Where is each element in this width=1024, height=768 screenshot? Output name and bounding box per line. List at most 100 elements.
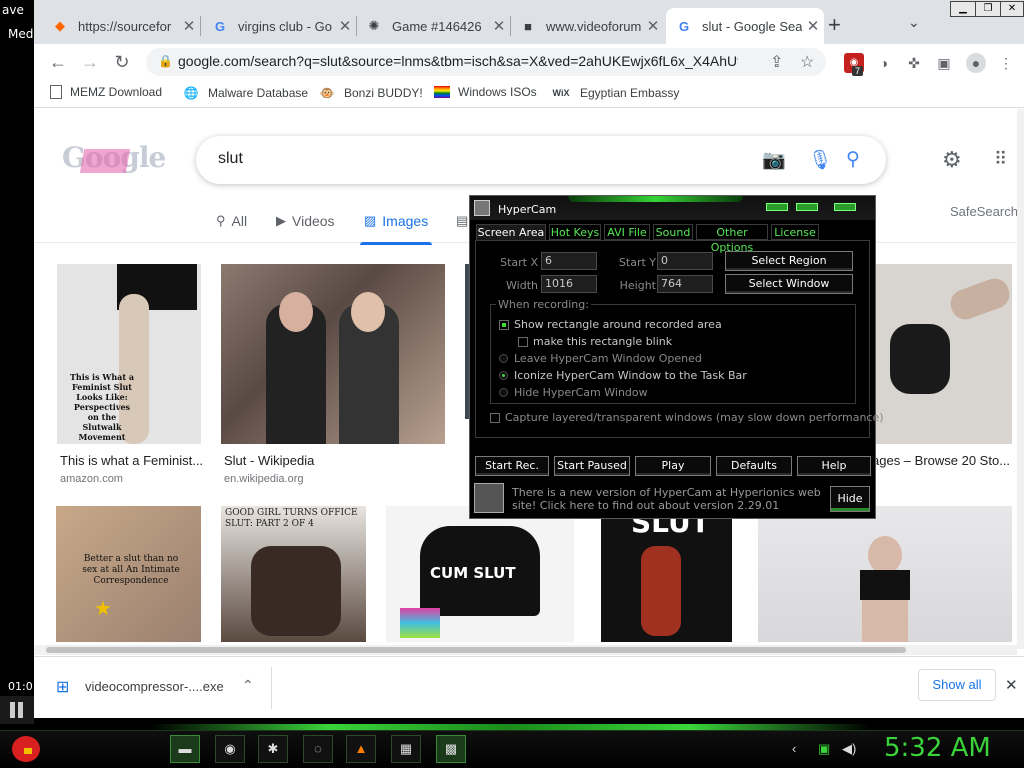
minimize-icon[interactable] (766, 203, 788, 211)
microphone-icon[interactable]: 🎙 (808, 148, 832, 172)
apps-grid-icon[interactable]: ⠿ (994, 149, 1007, 170)
width-field[interactable]: 1016 (541, 275, 597, 293)
file-explorer-icon[interactable]: ▬ (170, 735, 200, 763)
result-image[interactable]: SLUT (601, 506, 732, 642)
download-item[interactable]: videocompressor-....exe (85, 679, 224, 694)
result-image[interactable]: CUM SLUT (386, 506, 574, 642)
close-icon[interactable]: ✕ (334, 17, 356, 35)
close-icon[interactable]: ✕ (488, 17, 510, 35)
result-image[interactable]: This is What a Feminist Slut Looks Like:… (57, 264, 201, 444)
result-image[interactable] (221, 264, 445, 444)
close-icon[interactable]: ✕ (642, 17, 664, 35)
hypercam-titlebar[interactable]: HyperCam (470, 196, 875, 220)
network-icon[interactable]: ▣ (818, 741, 830, 757)
height-field[interactable]: 764 (657, 275, 713, 293)
share-icon[interactable]: ⇪ (770, 52, 783, 72)
pause-icon[interactable] (10, 702, 15, 718)
scrollbar-thumb[interactable] (46, 647, 906, 653)
tab-screen-area[interactable]: Screen Area (476, 224, 546, 240)
start-y-field[interactable]: 0 (657, 252, 713, 270)
star-icon[interactable]: ☆ (800, 52, 814, 72)
leave-window-radio[interactable]: Leave HyperCam Window Opened (499, 352, 702, 365)
close-window-icon[interactable]: ✕ (1000, 1, 1024, 17)
result-caption[interactable]: Slut - Wikipedia en.wikipedia.org (224, 453, 314, 485)
forward-icon[interactable]: → (78, 50, 102, 74)
tab-game[interactable]: ✺ Game #146426 ✕ (356, 8, 511, 44)
hide-window-radio[interactable]: Hide HyperCam Window (499, 386, 648, 399)
result-image[interactable]: Better a slut than no sex at all An Inti… (56, 506, 201, 642)
play-button[interactable]: Play (635, 456, 711, 476)
safesearch-link[interactable]: SafeSearch (950, 204, 1018, 219)
result-image[interactable]: GOOD GIRL TURNS OFFICE SLUT: PART 2 OF 4 (221, 506, 366, 642)
tab-images[interactable]: ▨ Images (359, 213, 433, 245)
sidepanel-icon[interactable]: ▣ (934, 53, 954, 73)
close-icon[interactable]: ✕ (802, 17, 824, 35)
vertical-scrollbar[interactable] (1017, 109, 1024, 649)
back-icon[interactable]: ← (46, 50, 70, 74)
bookmark-windows-isos[interactable]: Windows ISOs (434, 85, 537, 99)
bookmark-bonzi-buddy[interactable]: 🐵 Bonzi BUDDY! (318, 85, 423, 101)
gear-icon[interactable]: ⚙ (942, 147, 962, 173)
menu-icon[interactable]: ⋮ (996, 53, 1016, 73)
search-query[interactable]: slut (218, 150, 243, 168)
result-image[interactable] (758, 506, 1012, 642)
address-url[interactable]: google.com/search?q=slut&source=lnms&tbm… (178, 53, 738, 69)
lock-icon[interactable]: 🔒 (158, 54, 173, 68)
update-message-link[interactable]: There is a new version of HyperCam at Hy… (512, 486, 827, 512)
tab-avi-file[interactable]: AVI File (604, 224, 650, 240)
tab-sound[interactable]: Sound (653, 224, 693, 240)
vlc-icon[interactable]: ▲ (346, 735, 376, 763)
search-icon[interactable]: ⚲ (846, 148, 860, 171)
result-image[interactable] (870, 264, 1012, 444)
horizontal-scrollbar[interactable] (34, 645, 1017, 655)
close-icon[interactable]: ✕ (178, 17, 200, 35)
reload-icon[interactable]: ↻ (110, 50, 134, 74)
result-caption[interactable]: ages – Browse 20 Sto... (872, 453, 1010, 468)
hypercam-taskbar-icon[interactable]: ▩ (436, 735, 466, 763)
capture-layered-checkbox[interactable]: Capture layered/transparent windows (may… (490, 411, 884, 424)
tab-virgins-club[interactable]: G virgins club - Go ✕ (202, 8, 357, 44)
bookmark-memz[interactable]: MEMZ Download (50, 85, 162, 99)
show-rectangle-checkbox[interactable]: Show rectangle around recorded area (499, 318, 722, 331)
tab-other-options[interactable]: Other Options (696, 224, 768, 254)
chevron-down-icon[interactable]: ⌄ (908, 14, 920, 31)
close-icon[interactable]: ✕ (1005, 676, 1018, 694)
start-x-field[interactable]: 6 (541, 252, 597, 270)
media-app-icon[interactable]: ▦ (391, 735, 421, 763)
maximize-icon[interactable] (796, 203, 818, 211)
start-button-angry-bird-icon[interactable] (8, 730, 46, 768)
close-icon[interactable] (834, 203, 856, 211)
puzzle-icon[interactable]: ✜ (904, 53, 924, 73)
tab-license[interactable]: License (771, 224, 819, 240)
search-input[interactable]: slut 📷 🎙 ⚲ (196, 136, 886, 184)
result-caption[interactable]: This is what a Feminist... amazon.com (60, 453, 203, 485)
help-button[interactable]: Help (797, 456, 871, 476)
taskbar-clock[interactable]: 5:32 AM (884, 733, 991, 763)
tab-videoforum[interactable]: ■ www.videoforum ✕ (510, 8, 664, 44)
chevron-up-icon[interactable]: ⌃ (242, 677, 254, 694)
minimize-icon[interactable]: ▁ (950, 1, 976, 17)
address-bar[interactable]: 🔒 google.com/search?q=slut&source=lnms&t… (146, 48, 826, 76)
new-tab-icon[interactable]: + (828, 12, 841, 38)
iconize-window-radio[interactable]: Iconize HyperCam Window to the Task Bar (499, 369, 747, 382)
bookmark-egyptian-embassy[interactable]: WiX Egyptian Embassy (550, 85, 680, 101)
tab-all[interactable]: ⚲ All (216, 213, 247, 229)
tray-chevron-icon[interactable]: ‹ (792, 741, 796, 756)
flag-extension-icon[interactable]: ◑ (874, 53, 894, 73)
start-paused-button[interactable]: Start Paused (554, 456, 630, 476)
select-region-button[interactable]: Select Region (725, 251, 853, 271)
select-window-button[interactable]: Select Window (725, 274, 853, 294)
bookmark-malware-database[interactable]: 🌐 Malware Database (182, 85, 309, 101)
show-all-button[interactable]: Show all (918, 669, 996, 701)
avatar[interactable]: ● (966, 53, 986, 73)
tab-sourceforge[interactable]: ◆ https://sourcefor ✕ (42, 8, 201, 44)
camera-icon[interactable]: 📷 (762, 148, 786, 172)
volume-icon[interactable]: ◀) (842, 741, 856, 757)
chrome-icon[interactable]: ◉ (215, 735, 245, 763)
settings-app-icon[interactable]: ◌ (303, 735, 333, 763)
start-rec-button[interactable]: Start Rec. (475, 456, 549, 476)
hide-button[interactable]: Hide (830, 486, 870, 512)
tab-google-search[interactable]: G slut - Google Sea ✕ (666, 8, 824, 44)
tab-videos[interactable]: ▶ Videos (276, 213, 335, 229)
bug-icon[interactable]: ✱ (258, 735, 288, 763)
